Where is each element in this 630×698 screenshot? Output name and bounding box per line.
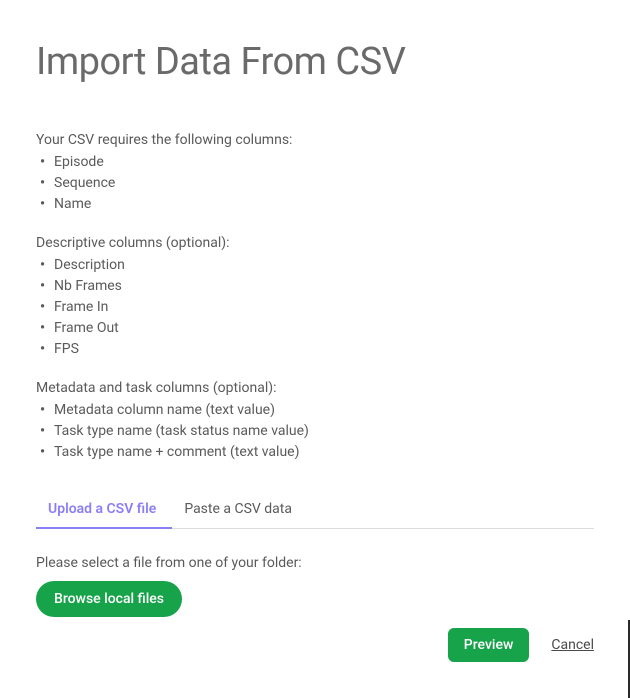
descriptive-list: Description Nb Frames Frame In Frame Out…	[36, 255, 594, 360]
list-item: Episode	[36, 152, 594, 173]
metadata-columns-section: Metadata and task columns (optional): Me…	[36, 380, 594, 463]
tab-paste-csv[interactable]: Paste a CSV data	[172, 491, 308, 529]
list-item: Nb Frames	[36, 276, 594, 297]
required-list: Episode Sequence Name	[36, 152, 594, 215]
list-item: Frame Out	[36, 318, 594, 339]
list-item: Description	[36, 255, 594, 276]
page-title: Import Data From CSV	[36, 40, 594, 84]
metadata-list: Metadata column name (text value) Task t…	[36, 400, 594, 463]
required-columns-section: Your CSV requires the following columns:…	[36, 132, 594, 215]
metadata-lead: Metadata and task columns (optional):	[36, 380, 594, 396]
footer-actions: Preview Cancel	[448, 628, 594, 662]
cancel-link[interactable]: Cancel	[551, 637, 594, 653]
descriptive-columns-section: Descriptive columns (optional): Descript…	[36, 235, 594, 360]
tab-upload-csv[interactable]: Upload a CSV file	[36, 491, 172, 529]
list-item: Metadata column name (text value)	[36, 400, 594, 421]
list-item: Sequence	[36, 173, 594, 194]
list-item: Task type name (task status name value)	[36, 421, 594, 442]
list-item: Frame In	[36, 297, 594, 318]
tabs: Upload a CSV file Paste a CSV data	[36, 491, 594, 529]
browse-local-files-button[interactable]: Browse local files	[36, 581, 182, 617]
file-select-prompt: Please select a file from one of your fo…	[36, 555, 594, 571]
list-item: Task type name + comment (text value)	[36, 442, 594, 463]
required-lead: Your CSV requires the following columns:	[36, 132, 594, 148]
list-item: Name	[36, 194, 594, 215]
preview-button[interactable]: Preview	[448, 628, 530, 662]
list-item: FPS	[36, 339, 594, 360]
descriptive-lead: Descriptive columns (optional):	[36, 235, 594, 251]
